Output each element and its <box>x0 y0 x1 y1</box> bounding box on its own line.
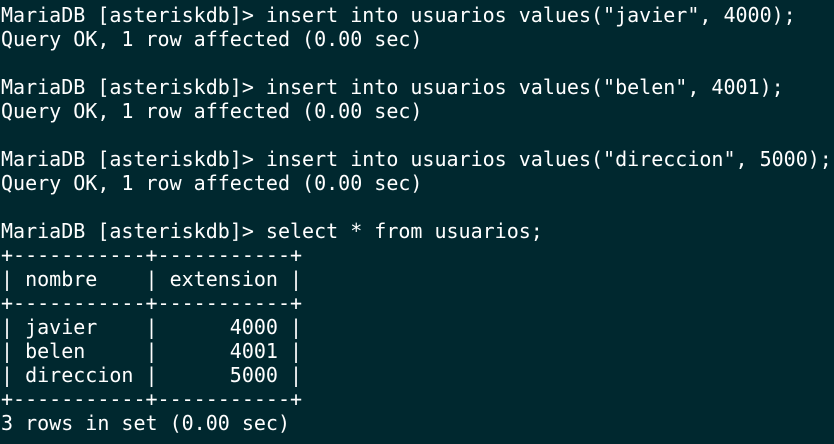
output-line: Query OK, 1 row affected (0.00 sec) <box>1 27 423 51</box>
table-row: | javier | 4000 | <box>1 315 303 339</box>
command-line: MariaDB [asteriskdb]> insert into usuari… <box>1 3 796 27</box>
command-line: MariaDB [asteriskdb]> insert into usuari… <box>1 147 832 171</box>
table-row: | direccion | 5000 | <box>1 363 303 387</box>
terminal-window[interactable]: MariaDB [asteriskdb]> insert into usuari… <box>0 0 834 444</box>
command-line: MariaDB [asteriskdb]> select * from usua… <box>1 219 543 243</box>
result-summary: 3 rows in set (0.00 sec) <box>1 411 290 435</box>
table-row: | belen | 4001 | <box>1 339 303 363</box>
table-border: +-----------+-----------+ <box>1 291 303 315</box>
command-line: MariaDB [asteriskdb]> insert into usuari… <box>1 75 784 99</box>
table-header: | nombre | extension | <box>1 267 303 291</box>
output-line: Query OK, 1 row affected (0.00 sec) <box>1 99 423 123</box>
table-border: +-----------+-----------+ <box>1 387 303 411</box>
output-line: Query OK, 1 row affected (0.00 sec) <box>1 171 423 195</box>
table-border: +-----------+-----------+ <box>1 243 303 267</box>
